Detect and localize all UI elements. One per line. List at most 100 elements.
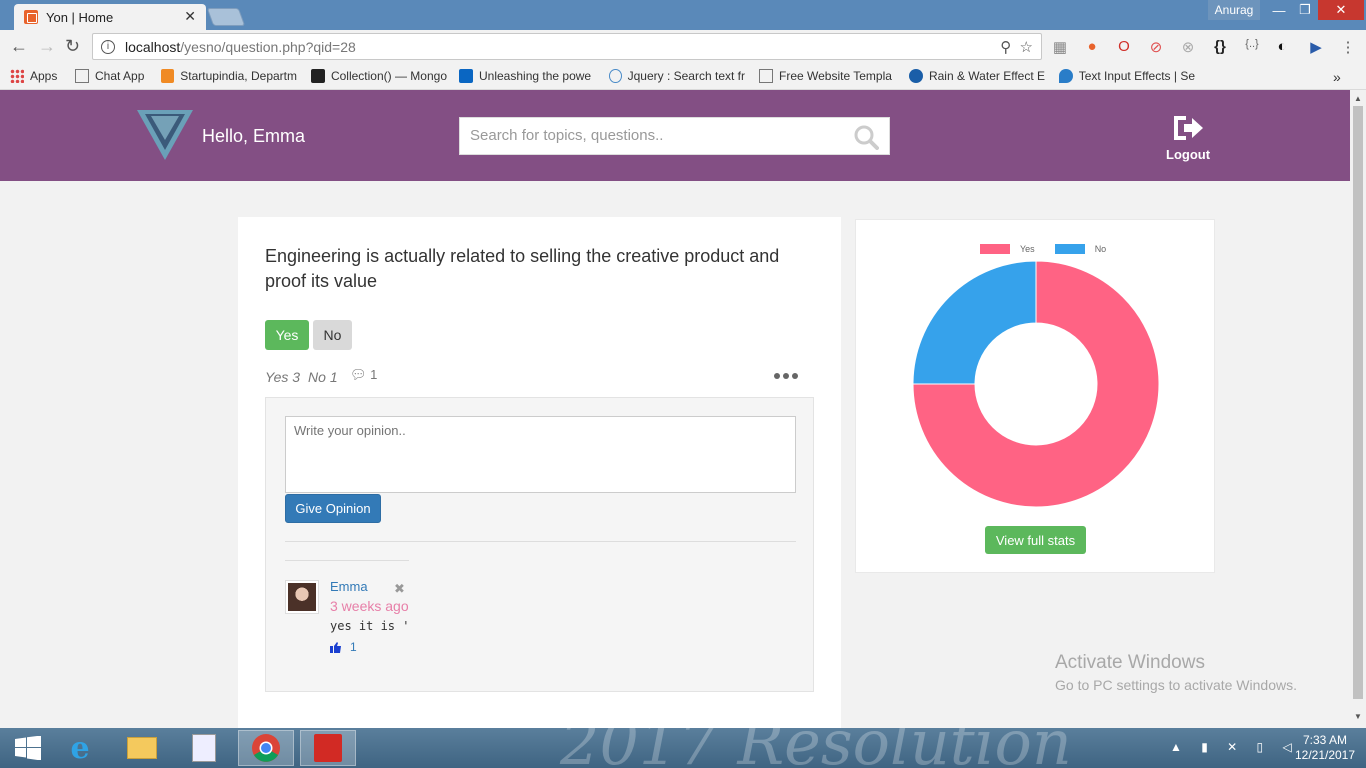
- system-tray-icons[interactable]: ▲ ▮ ✕ ▯ ◁: [1170, 740, 1300, 754]
- profile-button[interactable]: Anurag: [1208, 0, 1260, 20]
- page-scrollbar[interactable]: ▲ ▼: [1350, 90, 1366, 728]
- comment-time: 3 weeks ago: [330, 598, 409, 614]
- bookmarks-bar: Apps Chat App Startupindia, Departm Coll…: [0, 64, 1366, 90]
- opinion-textarea[interactable]: [285, 416, 796, 493]
- app-header: Hello, Emma Search for topics, questions…: [0, 90, 1350, 181]
- taskbar-clock[interactable]: 7:33 AM 12/21/2017: [1290, 733, 1360, 763]
- url-path: /yesno/question.php?qid=28: [180, 38, 356, 55]
- mongo-leaf-icon: [311, 69, 325, 83]
- browser-titlebar: Yon | Home ✕ Anurag — ❐ ✕: [0, 0, 1366, 30]
- legend-label-yes[interactable]: Yes: [1020, 244, 1035, 254]
- bookmark-item[interactable]: Collection() — Mongo: [311, 69, 447, 83]
- scroll-down-icon[interactable]: ▼: [1354, 712, 1362, 721]
- give-opinion-button[interactable]: Give Opinion: [285, 494, 381, 523]
- legend-swatch-yes: [980, 244, 1010, 254]
- thumbs-up-icon: [330, 641, 341, 653]
- bookmark-item[interactable]: Jquery : Search text fr: [609, 69, 745, 83]
- file-explorer-icon[interactable]: [114, 730, 170, 766]
- like-button[interactable]: 1: [330, 640, 357, 654]
- bookmark-item[interactable]: Unleashing the powe: [459, 69, 595, 83]
- pdf-reader-icon[interactable]: [300, 730, 356, 766]
- clock-time: 7:33 AM: [1302, 733, 1348, 747]
- extension-grey-icon[interactable]: ⊗: [1178, 38, 1198, 56]
- new-tab-button[interactable]: [206, 8, 246, 26]
- search-input[interactable]: Search for topics, questions..: [459, 117, 890, 155]
- more-bookmarks-icon[interactable]: »: [1333, 69, 1341, 85]
- linkedin-icon: [459, 69, 473, 83]
- internet-explorer-icon[interactable]: e: [52, 730, 108, 766]
- no-button[interactable]: No: [313, 320, 352, 350]
- search-placeholder: Search for topics, questions..: [470, 127, 664, 144]
- like-count: 1: [350, 640, 357, 654]
- question-title: Engineering is actually related to selli…: [265, 246, 780, 291]
- windows-start-icon[interactable]: [0, 730, 56, 766]
- omnibox-icons: ⚲ ☆: [1000, 38, 1033, 56]
- no-count: No 1: [308, 369, 338, 385]
- browser-tab[interactable]: Yon | Home ✕: [14, 4, 206, 30]
- more-options-icon[interactable]: [774, 373, 798, 379]
- forward-icon[interactable]: →: [38, 36, 56, 57]
- back-icon[interactable]: ←: [10, 36, 28, 57]
- donut-chart: [912, 260, 1160, 508]
- greeting: Hello, Emma: [202, 126, 306, 146]
- tab-close-icon[interactable]: ✕: [184, 8, 196, 25]
- drop-icon: [909, 69, 923, 83]
- scrollbar-thumb[interactable]: [1353, 106, 1363, 699]
- logout-button[interactable]: Logout: [1166, 112, 1210, 162]
- activate-windows-subtitle: Go to PC settings to activate Windows.: [1055, 677, 1297, 693]
- extension-fire-icon[interactable]: ●: [1082, 38, 1102, 55]
- donut-slice-no[interactable]: [912, 260, 1037, 385]
- app-logo-icon[interactable]: [137, 110, 193, 160]
- site-info-icon[interactable]: i: [101, 39, 115, 54]
- logout-label: Logout: [1166, 147, 1211, 162]
- comment-author[interactable]: Emma: [330, 579, 368, 594]
- divider: [285, 560, 409, 561]
- yes-count: Yes 3: [265, 369, 301, 385]
- startupindia-icon: [161, 69, 175, 83]
- chart-legend: Yes No: [980, 244, 1106, 254]
- comment-text: yes it is ': [330, 619, 410, 633]
- xampp-favicon-icon: [24, 10, 38, 24]
- cloud-icon: [609, 69, 622, 83]
- window-close-icon[interactable]: ✕: [1318, 0, 1364, 20]
- editor-app-icon[interactable]: [176, 730, 232, 766]
- extension-dark-icon[interactable]: ◐: [1272, 38, 1292, 55]
- maximize-icon[interactable]: ❐: [1290, 0, 1320, 20]
- scroll-up-icon[interactable]: ▲: [1354, 94, 1362, 103]
- activate-windows-title: Activate Windows: [1055, 652, 1205, 673]
- stats-card: Yes No View full stats: [855, 219, 1215, 573]
- search-icon[interactable]: [853, 124, 879, 150]
- reload-icon[interactable]: ↻: [65, 36, 80, 57]
- vote-counts: Yes 3 No 1: [265, 369, 338, 385]
- opinion-panel: Give Opinion Emma ✖ 3 weeks ago yes it i…: [265, 397, 814, 692]
- question-card: Engineering is actually related to selli…: [238, 217, 841, 737]
- yes-button[interactable]: Yes: [265, 320, 309, 350]
- windows-taskbar: 2017 Resolution e ▲ ▮ ✕ ▯ ◁ 7:33 AM 12/2…: [0, 728, 1366, 768]
- bookmark-item[interactable]: Startupindia, Departm: [161, 69, 297, 83]
- delete-comment-icon[interactable]: ✖: [394, 581, 405, 597]
- divider: [285, 541, 796, 542]
- comment-bubble-icon: 💬︎: [350, 367, 367, 382]
- bookmark-apps[interactable]: Apps: [10, 69, 57, 83]
- bookmark-item[interactable]: Text Input Effects | Se: [1059, 69, 1195, 83]
- bookmark-star-icon[interactable]: ☆: [1020, 39, 1033, 56]
- extension-json2-icon[interactable]: {..}: [1242, 38, 1262, 50]
- extension-opera-icon[interactable]: O: [1114, 38, 1134, 55]
- avatar[interactable]: [285, 580, 319, 614]
- extension-play-icon[interactable]: ▶: [1306, 38, 1326, 56]
- bookmark-item[interactable]: Free Website Templa: [759, 69, 895, 83]
- page-icon: [75, 69, 89, 83]
- bookmark-item[interactable]: Rain & Water Effect E: [909, 69, 1045, 83]
- legend-swatch-no: [1054, 244, 1085, 254]
- chrome-taskbar-icon[interactable]: [238, 730, 294, 766]
- legend-label-no[interactable]: No: [1095, 244, 1107, 254]
- zoom-icon[interactable]: ⚲: [1000, 39, 1011, 56]
- comment-count[interactable]: 💬︎ 1: [350, 367, 377, 383]
- address-bar[interactable]: i localhost/yesno/question.php?qid=28 ⚲ …: [92, 33, 1042, 60]
- extension-json-icon[interactable]: {}: [1210, 38, 1230, 55]
- menu-icon[interactable]: ⋮: [1338, 38, 1358, 56]
- extension-icon[interactable]: ▦: [1050, 38, 1070, 56]
- extension-block-icon[interactable]: ⊘: [1146, 38, 1166, 56]
- view-full-stats-button[interactable]: View full stats: [985, 526, 1086, 554]
- bookmark-item[interactable]: Chat App: [75, 69, 144, 83]
